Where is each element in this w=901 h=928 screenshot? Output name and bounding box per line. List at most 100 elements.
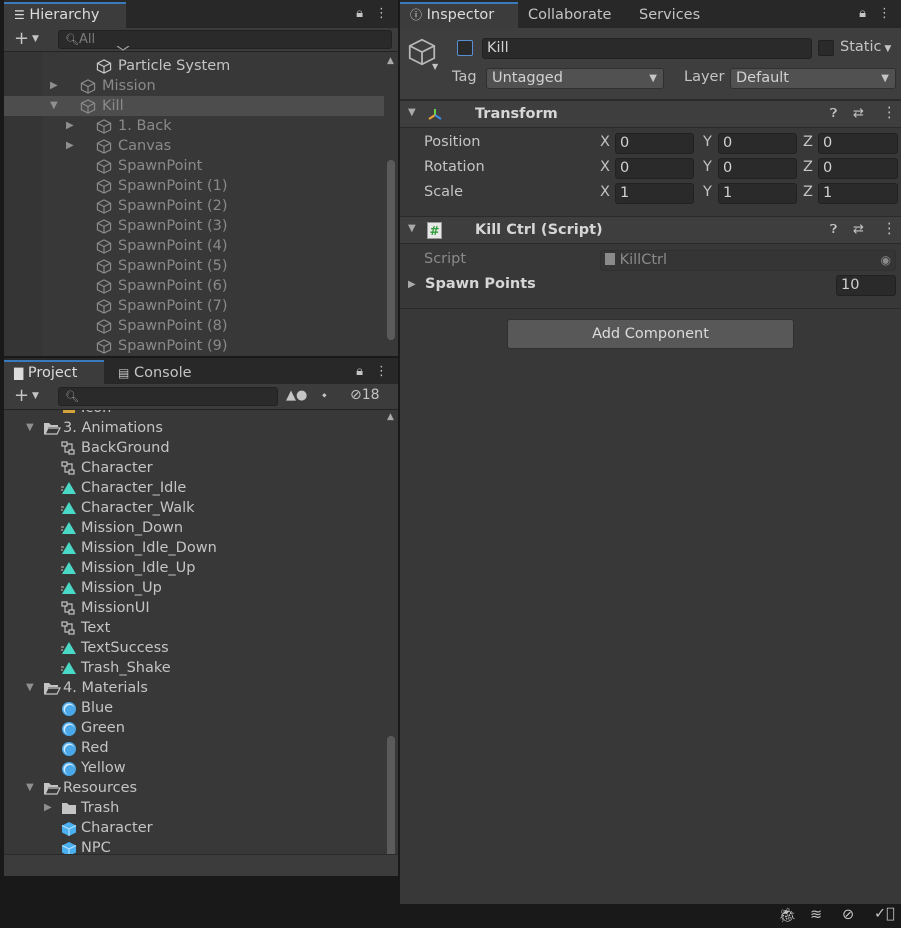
- project-asset-item[interactable]: Character: [4, 818, 380, 838]
- object-name-field[interactable]: Kill: [482, 38, 812, 59]
- project-scroll-thumb[interactable]: [387, 736, 395, 860]
- bug-icon[interactable]: 🐞︎: [778, 907, 796, 924]
- filter-by-label-icon[interactable]: ⬩: [322, 388, 327, 403]
- tag-dropdown[interactable]: Untagged ▼: [486, 68, 664, 89]
- project-asset-item[interactable]: Mission_Down: [4, 518, 380, 538]
- hierarchy-item[interactable]: ▶ Mission: [4, 76, 380, 96]
- project-search-input[interactable]: 🔍︎: [58, 387, 278, 406]
- hierarchy-item[interactable]: SpawnPoint (1): [4, 176, 380, 196]
- project-asset-item[interactable]: BackGround: [4, 438, 380, 458]
- expand-arrow-icon[interactable]: ▼: [50, 96, 58, 116]
- tab-project[interactable]: ▇ Project: [4, 360, 104, 386]
- scroll-up-arrow[interactable]: ▲: [387, 56, 394, 66]
- project-asset-item[interactable]: Mission_Idle_Down: [4, 538, 380, 558]
- project-asset-item[interactable]: Character_Walk: [4, 498, 380, 518]
- script-object-field[interactable]: KillCtrl ◉: [600, 250, 896, 271]
- presets-icon[interactable]: ⇄: [853, 106, 864, 121]
- killctrl-header[interactable]: ▼ # Kill Ctrl (Script) ❓︎ ⇄ ⋮: [400, 216, 901, 244]
- hierarchy-item[interactable]: SpawnPoint: [4, 156, 380, 176]
- check-circle-icon[interactable]: ✓⃝: [874, 906, 895, 922]
- project-asset-item[interactable]: Trash_Shake: [4, 658, 380, 678]
- project-asset-item[interactable]: Green: [4, 718, 380, 738]
- tab-console[interactable]: ▤ Console: [108, 360, 202, 386]
- axis-x-label[interactable]: X: [600, 134, 610, 150]
- filter-by-type-icon[interactable]: ▲●: [286, 388, 307, 403]
- collapse-arrow-icon[interactable]: ▶: [44, 798, 52, 818]
- create-plus-button[interactable]: + ▼: [14, 386, 39, 406]
- project-asset-item[interactable]: Blue: [4, 698, 380, 718]
- scale-x-field[interactable]: 1: [615, 183, 694, 204]
- axis-x-label[interactable]: X: [600, 184, 610, 200]
- help-icon[interactable]: ❓︎: [830, 222, 837, 237]
- rotation-x-field[interactable]: 0: [615, 158, 694, 179]
- collapse-arrow-icon[interactable]: ▶: [66, 116, 74, 136]
- project-asset-item[interactable]: Mission_Up: [4, 578, 380, 598]
- foldout-arrow[interactable]: ▼: [408, 107, 416, 118]
- add-component-button[interactable]: Add Component: [507, 319, 794, 349]
- axis-z-label[interactable]: Z: [803, 159, 813, 175]
- project-asset-item[interactable]: Mission_Idle_Up: [4, 558, 380, 578]
- axis-y-label[interactable]: Y: [703, 159, 712, 175]
- hierarchy-item[interactable]: ▶ 1. Back: [4, 116, 380, 136]
- spawn-points-size-field[interactable]: 10: [836, 275, 896, 296]
- cache-server-icon[interactable]: ≋: [810, 907, 822, 923]
- lock-icon[interactable]: 🔒︎: [356, 6, 363, 21]
- project-asset-item[interactable]: Red: [4, 738, 380, 758]
- project-asset-item[interactable]: MissionUI: [4, 598, 380, 618]
- transform-header[interactable]: ▼ Transform ❓︎ ⇄ ⋮: [400, 100, 901, 128]
- foldout-arrow[interactable]: ▼: [408, 223, 416, 234]
- position-z-field[interactable]: 0: [818, 133, 898, 154]
- axis-y-label[interactable]: Y: [703, 134, 712, 150]
- hierarchy-item[interactable]: SpawnPoint (8): [4, 316, 380, 336]
- lock-icon[interactable]: 🔒︎: [356, 364, 363, 379]
- auto-generate-lighting-icon[interactable]: ⊘: [842, 907, 854, 923]
- spawn-points-foldout-arrow[interactable]: ▶: [408, 279, 416, 290]
- scale-y-field[interactable]: 1: [718, 183, 797, 204]
- tab-inspector[interactable]: ⓘ Inspector: [400, 2, 518, 28]
- hierarchy-item[interactable]: SpawnPoint (6): [4, 276, 380, 296]
- hierarchy-item[interactable]: SpawnPoint (4): [4, 236, 380, 256]
- axis-z-label[interactable]: Z: [803, 184, 813, 200]
- hierarchy-item[interactable]: SpawnPoint (5): [4, 256, 380, 276]
- project-folder-item[interactable]: ▼ Resources: [4, 778, 380, 798]
- axis-y-label[interactable]: Y: [703, 184, 712, 200]
- project-scrollbar[interactable]: ▲ ▼: [384, 412, 398, 874]
- project-asset-item[interactable]: Character_Idle: [4, 478, 380, 498]
- kebab-menu-icon[interactable]: ⋮: [878, 6, 891, 21]
- static-dropdown[interactable]: Static ▼: [840, 39, 891, 55]
- tab-collaborate[interactable]: Collaborate: [518, 2, 621, 28]
- hierarchy-scroll-thumb[interactable]: [387, 160, 395, 340]
- hierarchy-scrollbar[interactable]: ▲: [384, 56, 398, 352]
- icon-dropdown-arrow[interactable]: ▼: [432, 62, 438, 71]
- project-folder-item[interactable]: ▶ Trash: [4, 798, 380, 818]
- expand-arrow-icon[interactable]: ▼: [26, 678, 34, 698]
- hierarchy-item[interactable]: ▼ Kill: [4, 96, 384, 116]
- project-asset-item[interactable]: TextSuccess: [4, 638, 380, 658]
- hidden-packages-toggle[interactable]: ⊘18: [350, 387, 380, 403]
- component-menu-icon[interactable]: ⋮: [882, 105, 897, 121]
- help-icon[interactable]: ❓︎: [830, 106, 837, 121]
- axis-x-label[interactable]: X: [600, 159, 610, 175]
- expand-arrow-icon[interactable]: ▼: [26, 418, 34, 438]
- position-x-field[interactable]: 0: [615, 133, 694, 154]
- hierarchy-item[interactable]: ▶ Canvas: [4, 136, 380, 156]
- axis-z-label[interactable]: Z: [803, 134, 813, 150]
- project-asset-item[interactable]: Yellow: [4, 758, 380, 778]
- component-menu-icon[interactable]: ⋮: [882, 221, 897, 237]
- kebab-menu-icon[interactable]: ⋮: [375, 364, 388, 379]
- project-asset-item[interactable]: Character: [4, 458, 380, 478]
- lock-icon[interactable]: 🔒︎: [859, 6, 866, 21]
- hierarchy-item[interactable]: SpawnPoint (2): [4, 196, 380, 216]
- rotation-z-field[interactable]: 0: [818, 158, 898, 179]
- create-plus-button[interactable]: + ▼: [14, 29, 39, 49]
- hierarchy-item[interactable]: SpawnPoint (3): [4, 216, 380, 236]
- tab-services[interactable]: Services: [629, 2, 710, 28]
- project-folder-item[interactable]: ▼ 4. Materials: [4, 678, 380, 698]
- scale-z-field[interactable]: 1: [818, 183, 898, 204]
- object-picker-icon[interactable]: ◉: [881, 251, 891, 270]
- hierarchy-item[interactable]: SpawnPoint (9): [4, 336, 380, 356]
- project-asset-item[interactable]: Text: [4, 618, 380, 638]
- expand-arrow-icon[interactable]: ▼: [26, 778, 34, 798]
- hierarchy-item[interactable]: SpawnPoint (7): [4, 296, 380, 316]
- rotation-y-field[interactable]: 0: [718, 158, 797, 179]
